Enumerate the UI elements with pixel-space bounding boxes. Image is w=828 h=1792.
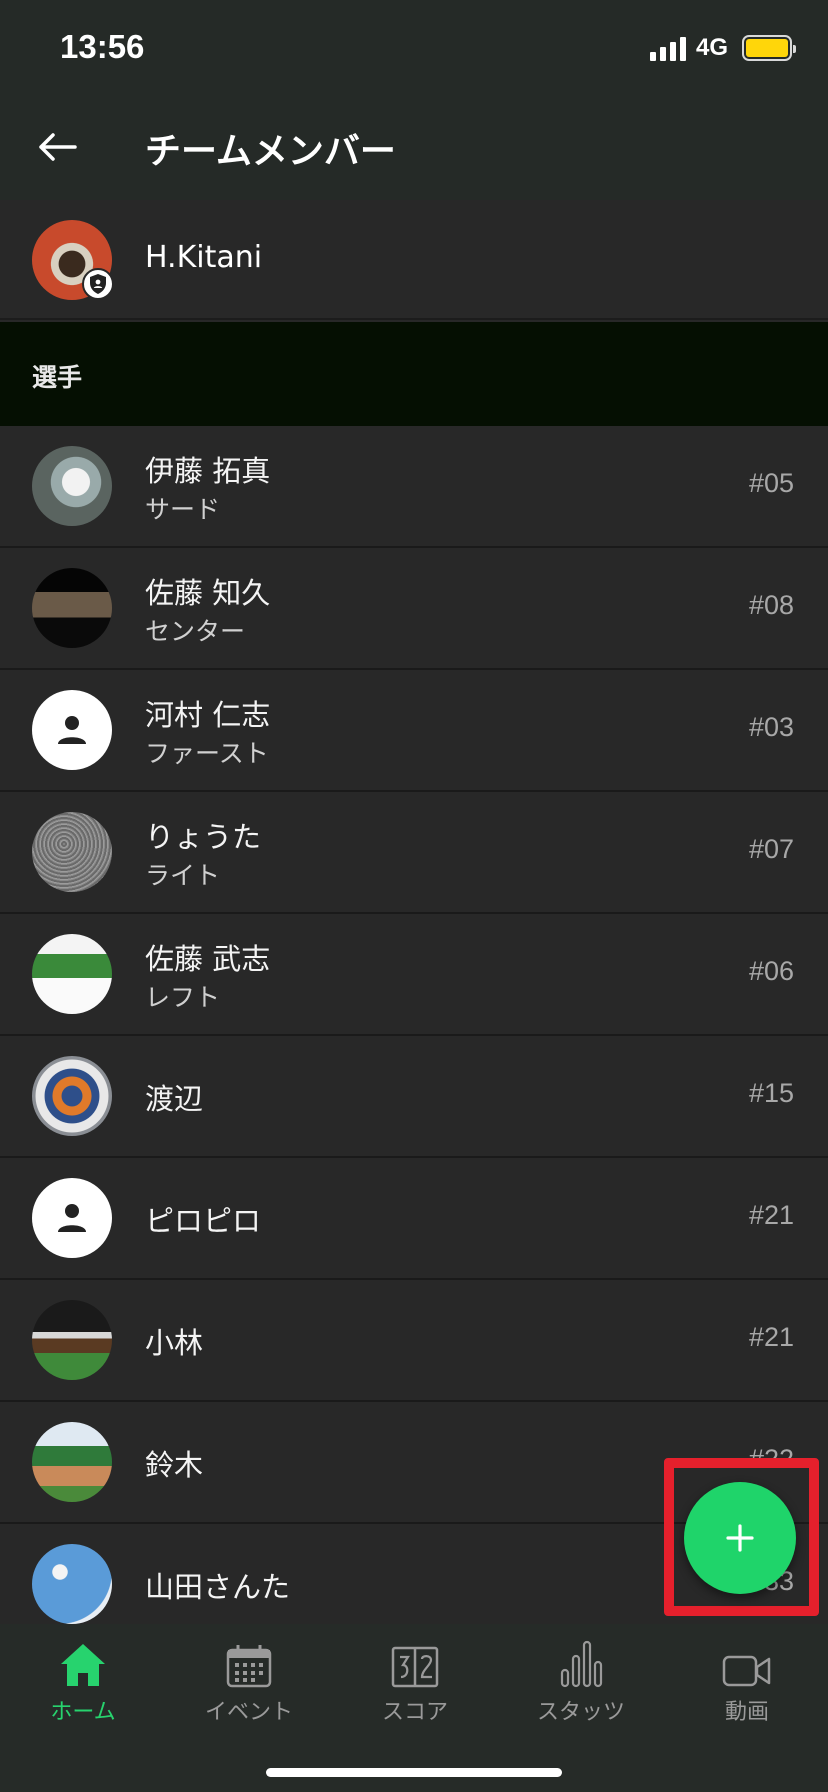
tab-bar: ホーム イベント スコア スタッツ 動画	[0, 1624, 828, 1792]
avatar	[32, 1056, 112, 1136]
person-icon	[58, 716, 86, 744]
calendar-icon	[226, 1645, 272, 1688]
list-item[interactable]: 伊藤 拓真 サード #05	[0, 426, 828, 548]
signal-icon	[649, 35, 686, 61]
tab-label: 動画	[724, 1700, 769, 1725]
video-icon	[722, 1655, 771, 1687]
member-position: ライト	[145, 861, 221, 890]
status-time: 13:56	[60, 28, 145, 65]
member-name: りょうた	[145, 820, 262, 854]
scoreboard-icon	[391, 1646, 439, 1688]
section-label: 選手	[32, 363, 83, 392]
member-number: #05	[748, 468, 794, 498]
tab-home[interactable]: ホーム	[0, 1638, 166, 1738]
tab-video[interactable]: 動画	[664, 1638, 828, 1738]
battery-icon	[742, 35, 796, 61]
tab-stats[interactable]: スタッツ	[498, 1638, 664, 1738]
owner-name: H.Kitani	[145, 240, 263, 275]
member-number: #21	[748, 1200, 794, 1230]
page-title: チームメンバー	[145, 131, 396, 172]
avatar	[32, 1544, 112, 1624]
member-name: 伊藤 拓真	[145, 454, 271, 488]
member-number: #07	[748, 834, 794, 864]
tab-label: スコア	[381, 1700, 448, 1725]
avatar	[32, 1178, 112, 1258]
network-type: 4G	[695, 34, 728, 61]
tab-label: スタッツ	[536, 1700, 625, 1725]
back-button[interactable]	[32, 122, 82, 172]
member-name: ピロピロ	[145, 1204, 262, 1238]
member-name: 鈴木	[145, 1448, 204, 1482]
admin-shield-icon	[82, 268, 114, 300]
list-item[interactable]: ピロピロ #21	[0, 1158, 828, 1280]
member-name: 山田さんた	[145, 1570, 291, 1604]
list-item[interactable]: 河村 仁志 ファースト #03	[0, 670, 828, 792]
app-header: チームメンバー	[0, 98, 828, 200]
member-position: サード	[145, 495, 221, 524]
home-indicator	[266, 1768, 562, 1777]
avatar	[32, 446, 112, 526]
member-position: レフト	[145, 983, 221, 1012]
member-name: 小林	[145, 1326, 204, 1360]
tab-event[interactable]: イベント	[166, 1638, 332, 1738]
avatar	[32, 568, 112, 648]
status-indicators: 4G	[649, 34, 796, 62]
member-name: 河村 仁志	[145, 698, 271, 732]
member-number: #15	[748, 1078, 794, 1108]
plus-icon	[726, 1524, 754, 1552]
avatar	[32, 1422, 112, 1502]
member-name: 渡辺	[145, 1082, 204, 1116]
avatar	[32, 1300, 112, 1380]
avatar	[32, 812, 112, 892]
home-icon	[61, 1644, 105, 1686]
member-number: #03	[748, 712, 794, 742]
list-item[interactable]: 小林 #21	[0, 1280, 828, 1402]
member-number: #21	[748, 1322, 794, 1352]
member-position: センター	[145, 617, 246, 646]
member-number: #08	[748, 590, 794, 620]
member-position: ファースト	[145, 739, 269, 768]
section-header: 選手	[0, 322, 828, 426]
tab-label: イベント	[204, 1700, 293, 1725]
list-item[interactable]: りょうた ライト #07	[0, 792, 828, 914]
status-bar: 13:56 4G	[0, 0, 828, 98]
member-name: 佐藤 武志	[145, 942, 271, 976]
list-item[interactable]: 佐藤 武志 レフト #06	[0, 914, 828, 1036]
member-number: #06	[748, 956, 794, 986]
back-arrow-icon	[39, 133, 77, 161]
list-item[interactable]: 佐藤 知久 センター #08	[0, 548, 828, 670]
avatar	[32, 690, 112, 770]
person-icon	[58, 1204, 86, 1232]
tab-label: ホーム	[50, 1700, 116, 1725]
stats-icon	[560, 1640, 603, 1688]
avatar	[32, 934, 112, 1014]
list-item[interactable]: 渡辺 #15	[0, 1036, 828, 1158]
add-member-button[interactable]	[684, 1482, 796, 1594]
member-name: 佐藤 知久	[145, 576, 271, 610]
tab-score[interactable]: スコア	[332, 1638, 498, 1738]
owner-row[interactable]: H.Kitani	[0, 200, 828, 320]
